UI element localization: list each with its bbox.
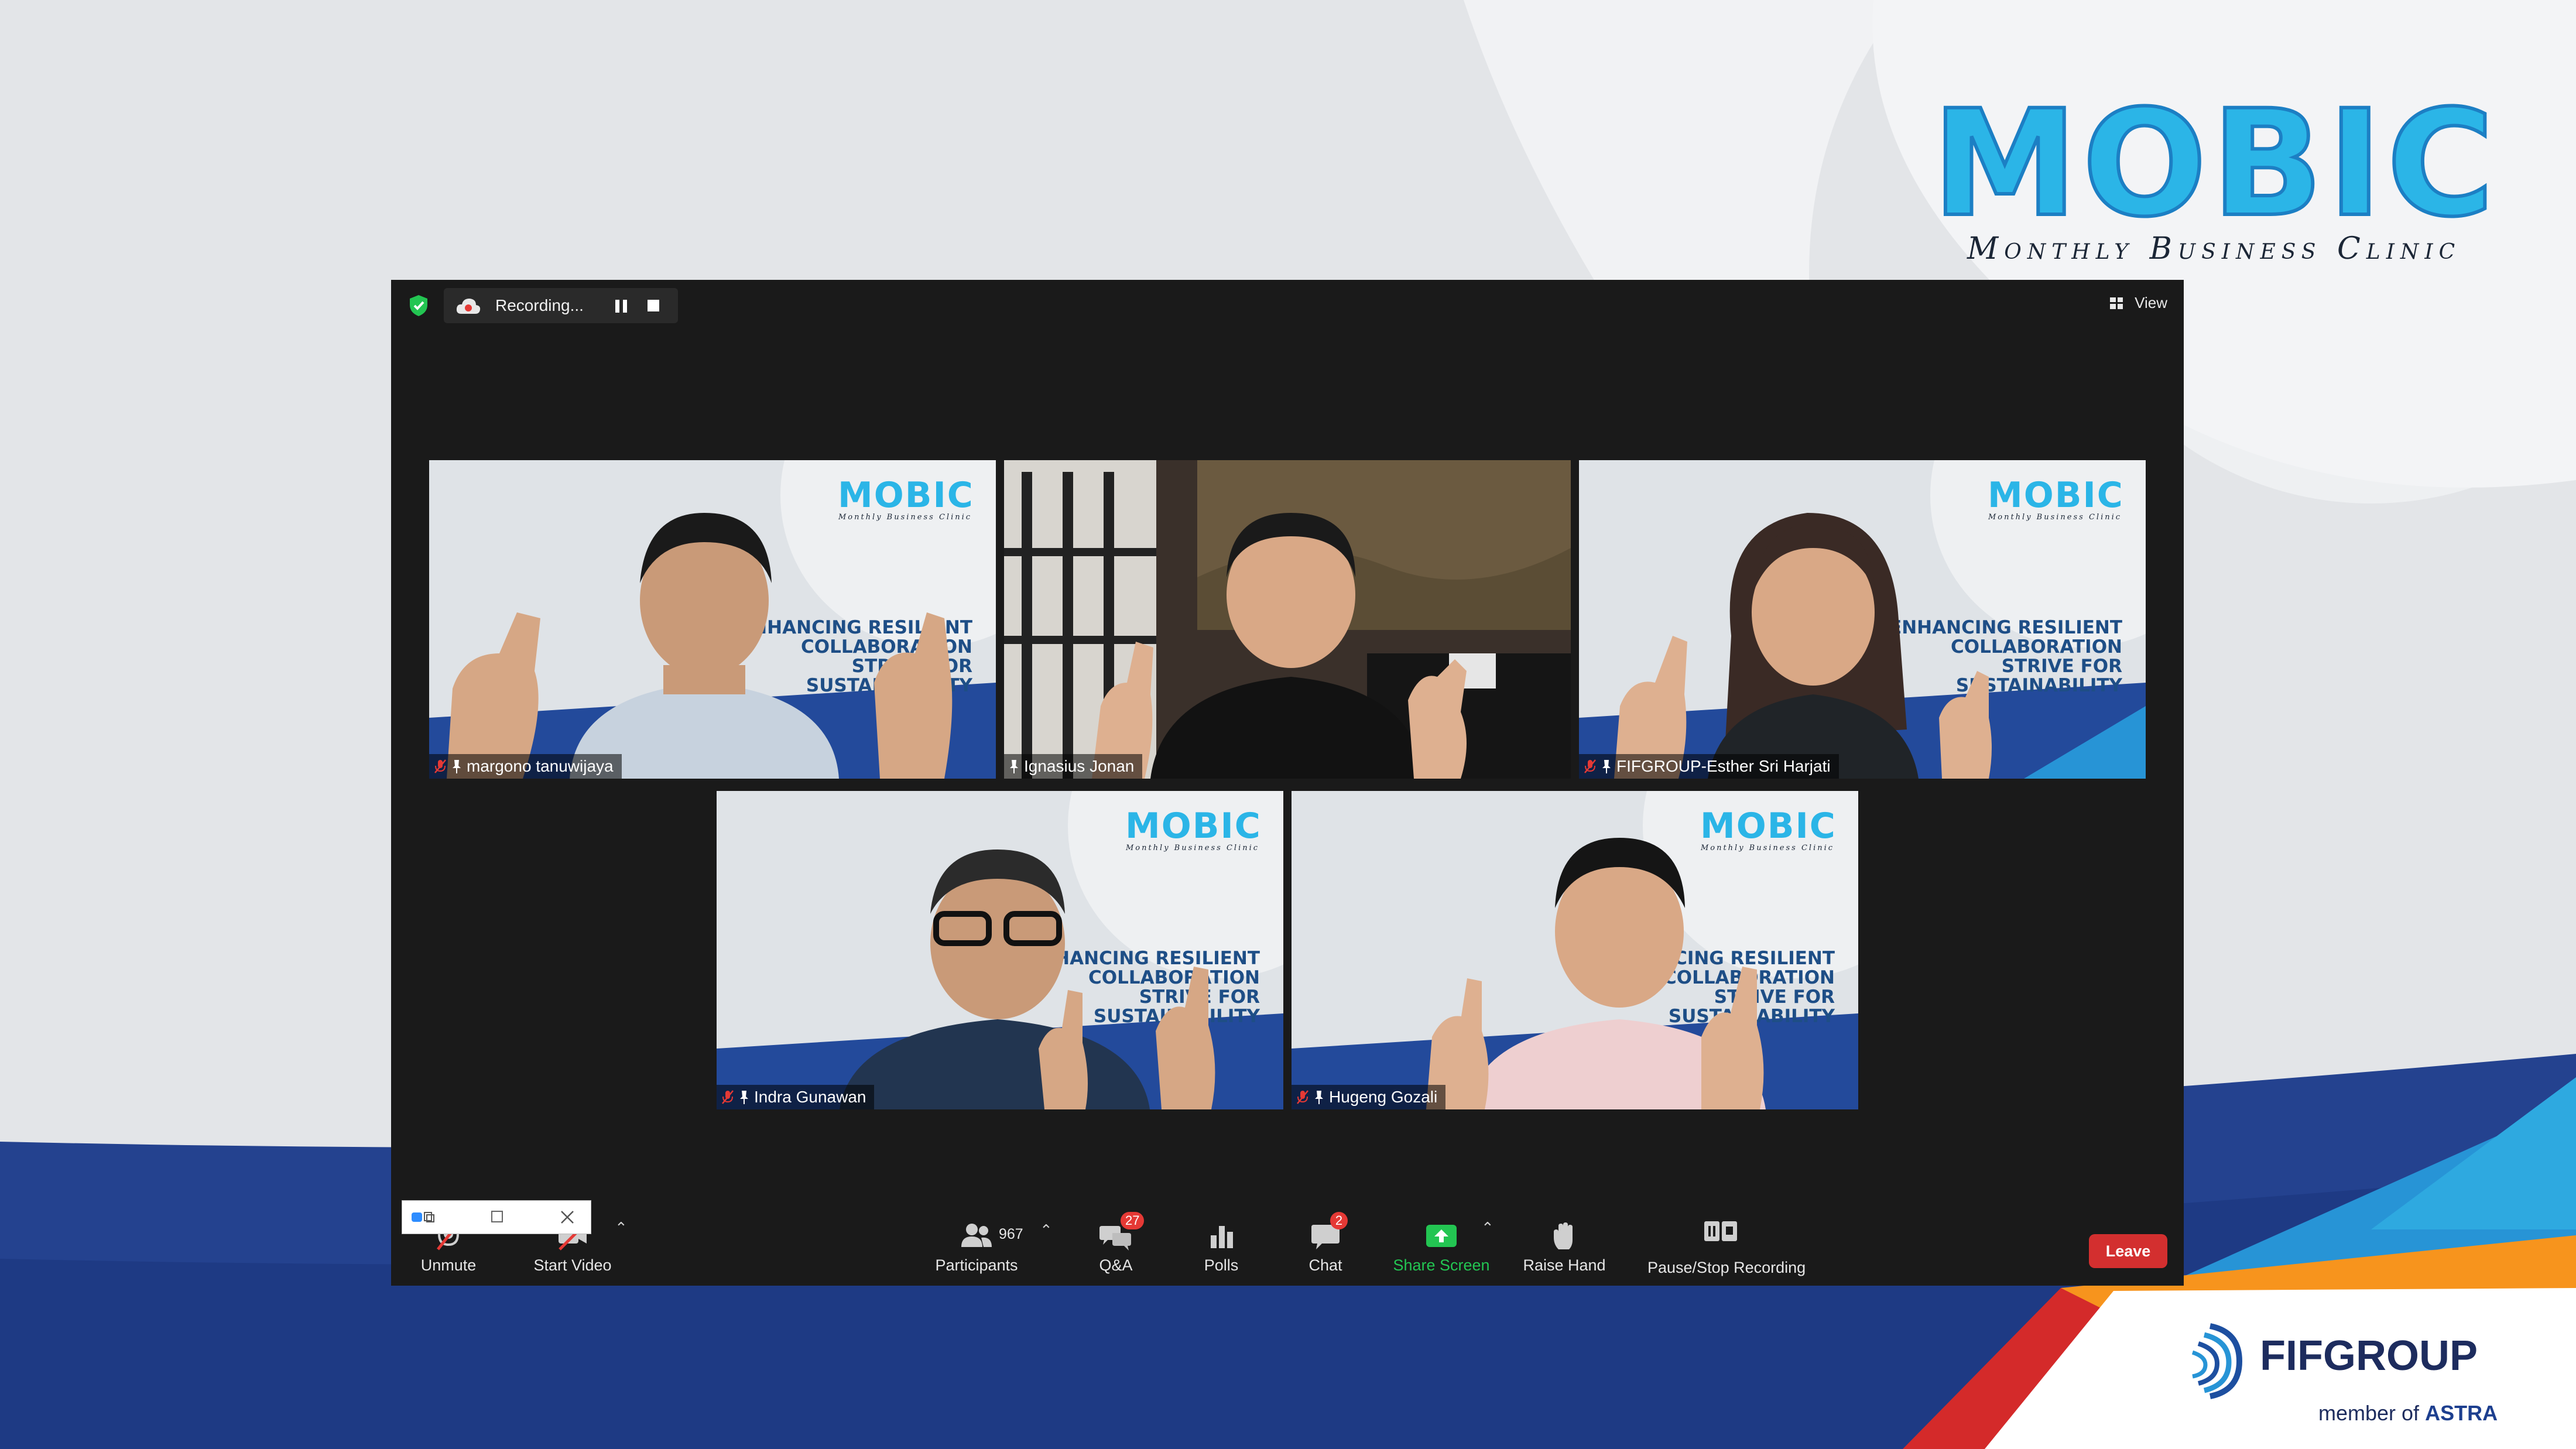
recording-status-text: Recording...: [495, 296, 584, 314]
participant-name-tag: Ignasius Jonan: [1004, 754, 1143, 779]
participant-name-tag: margono tanuwijaya: [429, 754, 622, 779]
unmute-label: Unmute: [420, 1256, 477, 1274]
muted-mic-icon: [1584, 759, 1596, 773]
zoom-meeting-window: Recording... View MOBIC Monthly Business…: [391, 280, 2184, 1286]
participant-video: [840, 849, 1215, 1109]
mobic-logo: MOBIC Monthly Business Clinic: [1930, 78, 2517, 281]
participant-name-tag: Indra Gunawan: [717, 1085, 875, 1109]
participant-video: [1614, 513, 1992, 779]
participant-name: margono tanuwijaya: [467, 757, 614, 775]
video-tile-ignasius[interactable]: Ignasius Jonan: [1004, 460, 1571, 779]
video-tile-esther[interactable]: MOBIC Monthly Business Clinic ENHANCING …: [1579, 460, 2146, 779]
participant-video: [1092, 513, 1467, 779]
participant-name: FIFGROUP-Esther Sri Harjati: [1616, 757, 1831, 775]
fifgroup-logo: FIFGROUP member of ASTRA: [2119, 1303, 2529, 1431]
stop-recording-icon[interactable]: [648, 300, 659, 311]
participant-name: Ignasius Jonan: [1024, 757, 1135, 775]
pin-icon: [1315, 1091, 1323, 1104]
fifgroup-name: FIFGROUP: [2260, 1332, 2478, 1379]
muted-mic-icon: [434, 759, 446, 773]
pause-stop-icon: [1704, 1221, 1737, 1241]
fifgroup-emblem-icon: [2191, 1323, 2243, 1399]
share-screen-icon: [1426, 1225, 1457, 1247]
participant-name-tag: Hugeng Gozali: [1292, 1085, 1446, 1109]
participant-name-tag: FIFGROUP-Esther Sri Harjati: [1579, 754, 1839, 779]
muted-mic-icon: [1297, 1090, 1308, 1104]
recording-indicator: Recording...: [444, 288, 678, 323]
start-video-label: Start Video: [533, 1256, 612, 1274]
video-tile-margono[interactable]: MOBIC Monthly Business Clinic ENHANCING …: [429, 460, 996, 779]
pin-icon: [453, 760, 461, 773]
grid-view-icon: [2110, 297, 2123, 309]
leave-button[interactable]: Leave: [2089, 1234, 2167, 1268]
qa-badge: 27: [1121, 1212, 1145, 1229]
chat-label: Chat: [1308, 1256, 1342, 1274]
video-tile-indra[interactable]: MOBIC Monthly Business Clinic ENHANCING …: [717, 791, 1283, 1109]
participants-label: Participants: [935, 1256, 1018, 1274]
chat-button[interactable]: 2 Chat: [1267, 1212, 1384, 1275]
chat-badge: 2: [1330, 1212, 1348, 1229]
raise-hand-button[interactable]: Raise Hand: [1506, 1217, 1623, 1275]
qa-label: Q&A: [1099, 1256, 1133, 1274]
video-options-chevron-up-icon[interactable]: ⌃: [615, 1219, 628, 1237]
pause-recording-icon[interactable]: [614, 299, 629, 314]
participant-name: Indra Gunawan: [754, 1088, 866, 1106]
pin-icon: [740, 1091, 748, 1104]
polls-button[interactable]: Polls: [1163, 1217, 1280, 1275]
qa-button[interactable]: 27 Q&A: [1057, 1212, 1174, 1275]
mobic-logo-subtitle: Monthly Business Clinic: [1967, 231, 2461, 266]
pause-stop-recording-button[interactable]: Pause/Stop Recording: [1647, 1217, 1806, 1276]
video-tile-hugeng[interactable]: MOBIC Monthly Business Clinic ENHANCING …: [1292, 791, 1858, 1109]
view-label-text: View: [2135, 294, 2167, 311]
maximize-icon[interactable]: [491, 1211, 503, 1222]
participant-video: [1426, 838, 1766, 1109]
participants-button[interactable]: Participants: [918, 1217, 1035, 1275]
pause-stop-recording-label: Pause/Stop Recording: [1647, 1259, 1806, 1276]
zoom-minimized-window[interactable]: [402, 1200, 591, 1234]
participants-icon: [961, 1224, 992, 1247]
participants-chevron-up-icon[interactable]: ⌃: [1040, 1221, 1053, 1239]
encryption-shield-icon[interactable]: [409, 294, 429, 317]
cloud-recording-icon: [456, 299, 481, 314]
raise-hand-label: Raise Hand: [1523, 1256, 1606, 1274]
polls-label: Polls: [1204, 1256, 1239, 1274]
close-icon[interactable]: [559, 1209, 576, 1225]
share-screen-label: Share Screen: [1393, 1256, 1490, 1274]
zoom-camera-icon: [412, 1212, 434, 1222]
polls-bar-icon: [1211, 1226, 1233, 1248]
muted-mic-icon: [722, 1090, 734, 1104]
participants-count: 967: [999, 1226, 1023, 1242]
member-of-astra: member of ASTRA: [2318, 1401, 2498, 1425]
participant-name: Hugeng Gozali: [1329, 1088, 1438, 1106]
mobic-logo-title: MOBIC: [1930, 78, 2499, 249]
view-button[interactable]: View: [2110, 294, 2167, 312]
participant-video: [447, 513, 953, 779]
share-options-chevron-up-icon[interactable]: ⌃: [1481, 1219, 1494, 1237]
pin-icon: [1010, 760, 1018, 773]
raise-hand-icon: [1554, 1222, 1573, 1249]
pin-icon: [1602, 760, 1611, 773]
